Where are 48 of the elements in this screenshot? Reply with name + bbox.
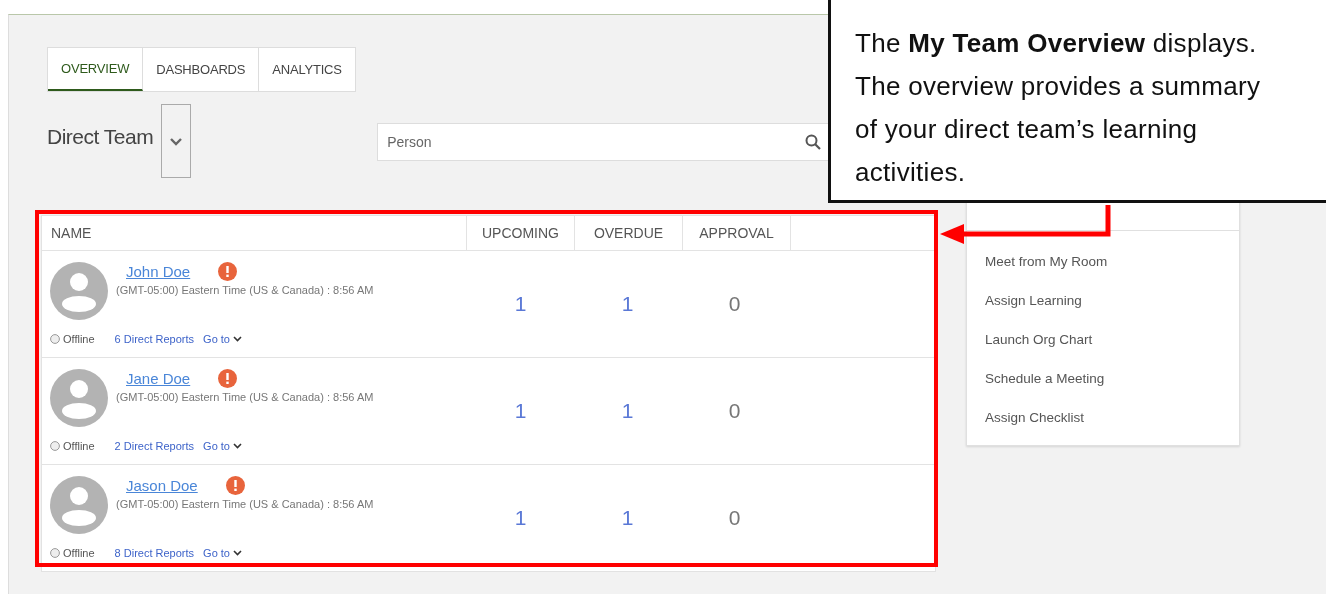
status-circle-icon	[50, 334, 60, 344]
team-title: Direct Team	[47, 125, 154, 149]
status-circle-icon	[50, 441, 60, 451]
overdue-count: 1	[620, 398, 635, 424]
direct-reports-link[interactable]: 2 Direct Reports	[114, 440, 195, 452]
chevron-down-icon	[233, 443, 242, 449]
team-action-link[interactable]: Assign Learning	[967, 281, 1239, 320]
status-text: Offline	[63, 547, 95, 559]
overdue-count: 1	[620, 505, 635, 531]
column-header: NAME	[42, 216, 467, 250]
chevron-down-icon	[233, 336, 242, 342]
column-header: OVERDUE	[575, 216, 683, 250]
go-to-button[interactable]: Go to	[203, 333, 242, 345]
avatar-silhouette-icon	[50, 476, 108, 534]
timezone-text: (GMT-05:00) Eastern Time (US & Canada) : 8:56 AM	[116, 391, 374, 403]
column-header: APPROVAL	[683, 216, 791, 250]
chevron-down-icon	[169, 136, 184, 146]
go-to-button[interactable]: Go to	[203, 440, 242, 452]
tab[interactable]: OVERVIEW	[48, 48, 144, 91]
avatar-silhouette-icon	[50, 369, 108, 427]
timezone-text: (GMT-05:00) Eastern Time (US & Canada) : 8:56 AM	[116, 498, 374, 510]
status-circle-icon	[50, 548, 60, 558]
search-icon	[805, 134, 822, 150]
status-text: Offline	[63, 333, 95, 345]
upcoming-count: 1	[513, 291, 528, 317]
direct-reports-link[interactable]: 6 Direct Reports	[114, 333, 195, 345]
upcoming-count: 1	[513, 398, 528, 424]
person-name-link[interactable]: John Doe	[126, 263, 191, 280]
team-action-link[interactable]: Meet from My Room	[967, 242, 1239, 281]
column-header: UPCOMING	[467, 216, 575, 250]
person-name-link[interactable]: Jane Doe	[126, 370, 191, 387]
callout-text: The My Team Overview displays. The overview provides a summary of your direct team’s learning activities.	[855, 27, 1262, 189]
go-to-button[interactable]: Go to	[203, 547, 242, 559]
chevron-down-icon	[233, 550, 242, 556]
timezone-text: (GMT-05:00) Eastern Time (US & Canada) : 8:56 AM	[116, 284, 374, 296]
direct-reports-link[interactable]: 8 Direct Reports	[114, 547, 195, 559]
team-action-link[interactable]: Launch Org Chart	[967, 320, 1239, 359]
approval-count: 0	[727, 505, 742, 531]
team-action-link[interactable]: Assign Checklist	[967, 398, 1239, 437]
team-dropdown-button[interactable]	[161, 104, 192, 178]
approval-count: 0	[727, 291, 742, 317]
team-action-link[interactable]: Schedule a Meeting	[967, 359, 1239, 398]
upcoming-count: 1	[513, 505, 528, 531]
status-text: Offline	[63, 440, 95, 452]
overdue-count: 1	[620, 291, 635, 317]
approval-count: 0	[727, 398, 742, 424]
person-name-link[interactable]: Jason Doe	[126, 477, 198, 494]
avatar-silhouette-icon	[50, 262, 108, 320]
